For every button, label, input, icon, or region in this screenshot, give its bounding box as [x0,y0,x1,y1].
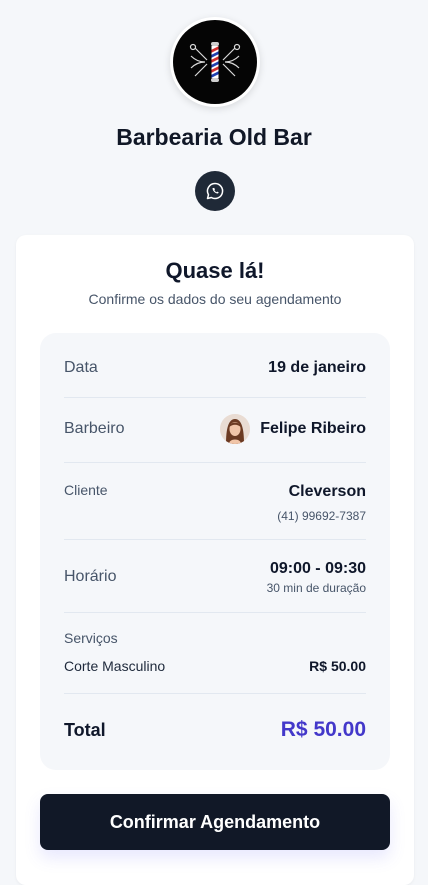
card-title: Quase lá! [165,258,265,283]
time-row: Horário 09:00 - 09:30 30 min de duração [64,559,366,595]
booking-summary: Data 19 de janeiro Barbeiro Felipe Ribei… [40,333,390,770]
date-row: Data 19 de janeiro [64,359,366,377]
total-row: Total R$ 50.00 [64,718,366,742]
card-subtitle: Confirme os dados do seu agendamento [88,291,342,307]
service-price: R$ 50.00 [309,658,366,674]
date-label: Data [64,359,98,376]
client-name: Cleverson [288,483,366,500]
divider [64,693,366,694]
barber-row: Barbeiro Felipe Ribeiro [64,413,366,445]
client-label: Cliente [64,482,108,498]
services-section: Serviços Corte Masculino R$ 50.00 [64,630,366,674]
time-value: 09:00 - 09:30 [269,559,366,577]
services-label: Serviços [64,630,118,646]
shop-name: Barbearia Old Bar [116,124,312,150]
whatsapp-icon [206,182,224,200]
confirm-booking-button[interactable]: Confirmar Agendamento [40,794,390,850]
total-value: R$ 50.00 [280,718,366,741]
barber-pole-logo-icon [173,20,257,104]
service-item: Corte Masculino R$ 50.00 [64,658,366,674]
service-name: Corte Masculino [64,658,166,674]
divider [64,462,366,463]
confirmation-card: Quase lá! Confirme os dados do seu agend… [16,235,414,885]
barber-label: Barbeiro [64,420,125,437]
time-label: Horário [64,568,117,585]
date-value: 19 de janeiro [268,359,366,376]
total-label: Total [64,719,106,740]
divider [64,539,366,540]
shop-logo [170,17,260,107]
time-duration: 30 min de duração [266,580,366,595]
barber-avatar [220,414,251,444]
divider [64,397,366,398]
barber-name: Felipe Ribeiro [260,420,366,437]
divider [64,612,366,613]
whatsapp-button[interactable] [195,171,235,211]
client-phone: (41) 99692-7387 [277,509,366,523]
